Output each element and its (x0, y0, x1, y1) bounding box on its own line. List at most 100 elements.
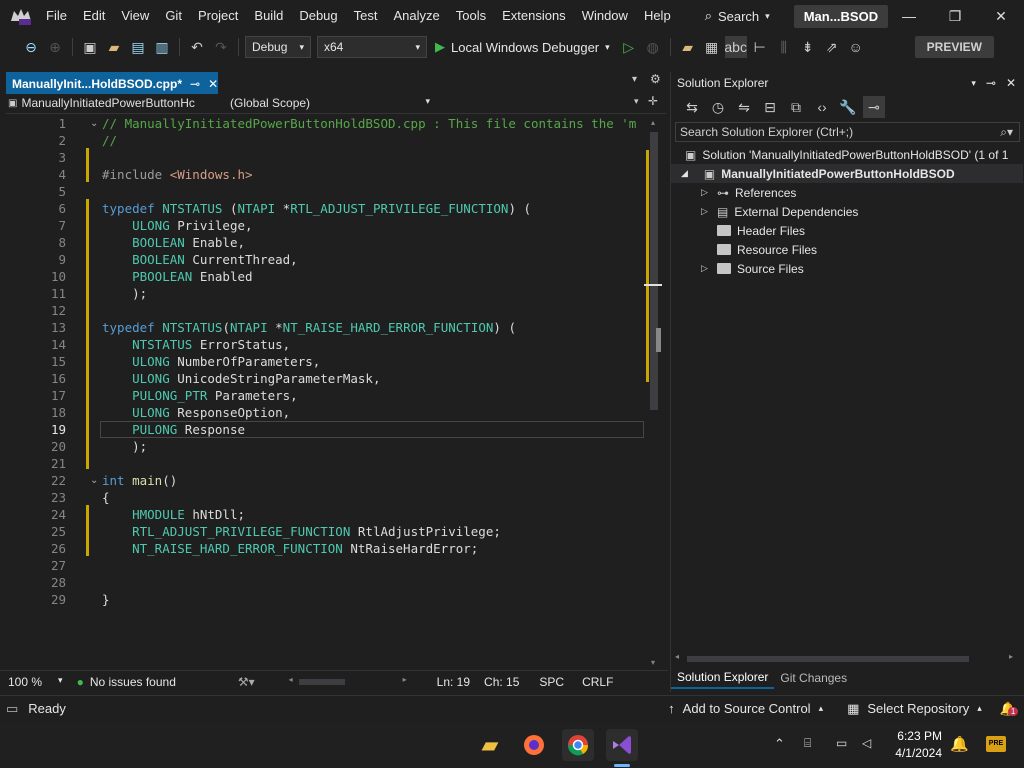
scroll-right-icon[interactable]: ▸ (1009, 652, 1013, 661)
visual-studio-icon[interactable] (606, 729, 638, 761)
code-line[interactable]: 2 // (6, 132, 646, 149)
properties-wrench-icon[interactable]: 🔧 (837, 96, 859, 118)
new-project-icon[interactable]: ▣ (79, 36, 101, 58)
code-cleanup-icon[interactable]: ⚒▾ (238, 675, 255, 689)
pin-icon[interactable]: ⊸ (986, 76, 996, 90)
share-icon[interactable]: ⇗ (821, 36, 843, 58)
code-line[interactable]: 19 PULONG Response (6, 421, 646, 438)
align-icon[interactable]: ⫼ (773, 36, 795, 58)
preview-badge[interactable]: PREVIEW (914, 36, 994, 58)
menu-item-git[interactable]: Git (157, 0, 190, 32)
tab-source-file[interactable]: ManuallyInit...HoldBSOD.cpp* ⊸ ✕ (6, 72, 218, 94)
clock-date[interactable]: 4/1/2024 (886, 746, 942, 760)
preview-app-icon[interactable]: PRE (986, 736, 1006, 752)
tab-git-changes[interactable]: Git Changes (774, 668, 853, 688)
zoom-select[interactable]: 100 % ▾ (8, 675, 63, 689)
close-icon[interactable]: ✕ (1006, 76, 1016, 90)
chevron-down-icon[interactable]: ▾ (971, 78, 976, 89)
file-explorer-icon[interactable]: ▰ (474, 729, 506, 761)
menu-item-view[interactable]: View (113, 0, 157, 32)
code-line[interactable]: 24 HMODULE hNtDll; (6, 506, 646, 523)
code-line[interactable]: 13 typedef NTSTATUS(NTAPI *NT_RAISE_HARD_… (6, 319, 646, 336)
code-line[interactable]: 29} (6, 591, 646, 608)
save-icon[interactable]: ▤ (127, 36, 149, 58)
tree-item-source-files[interactable]: ▷ Source Files (701, 259, 804, 278)
code-line[interactable]: 4 #include <Windows.h> (6, 166, 646, 183)
tree-item-resource-files[interactable]: Resource Files (701, 240, 817, 259)
code-line[interactable]: 8 BOOLEAN Enable, (6, 234, 646, 251)
vertical-scrollbar[interactable]: ▴ ▾ (644, 118, 662, 670)
spacing-indicator[interactable]: SPC (539, 675, 564, 689)
hscroll-thumb[interactable] (298, 678, 345, 685)
indent-icon[interactable]: ⇟ (797, 36, 819, 58)
search-button[interactable]: ⌕ Search ▾ (697, 3, 778, 29)
code-line[interactable]: 1 // ManuallyInitiatedPowerButtonHoldBSOD… (6, 115, 646, 132)
folder-icon[interactable]: ▰ (677, 36, 699, 58)
menu-item-analyze[interactable]: Analyze (385, 0, 447, 32)
show-all-files-icon[interactable]: ⧉ (785, 96, 807, 118)
code-line[interactable]: 9 BOOLEAN CurrentThread, (6, 251, 646, 268)
notifications-button[interactable]: 🔔 1 (1000, 701, 1019, 717)
menu-item-file[interactable]: File (38, 0, 75, 32)
code-line[interactable]: 25 RTL_ADJUST_PRIVILEGE_FUNCTION RtlAdju… (6, 523, 646, 540)
menu-item-tools[interactable]: Tools (448, 0, 494, 32)
code-line[interactable]: 22 int main() (6, 472, 646, 489)
code-line[interactable]: 28 (6, 574, 646, 591)
notification-bell-icon[interactable]: 🔔 (950, 735, 969, 753)
configuration-select[interactable]: Debug ▾ (245, 36, 311, 58)
back-icon[interactable]: ⊖ (20, 36, 42, 58)
menu-item-window[interactable]: Window (574, 0, 636, 32)
display-icon[interactable]: ▭ (836, 736, 847, 750)
spell-check-icon[interactable]: abc (724, 36, 747, 58)
maximize-button[interactable]: ❐ (932, 0, 978, 32)
issues-indicator[interactable]: ● No issues found (77, 675, 176, 689)
expand-arrow-icon[interactable]: ▷ (701, 263, 711, 274)
scroll-down-icon[interactable]: ▾ (651, 658, 655, 667)
code-line[interactable]: 27 (6, 557, 646, 574)
hscroll-thumb[interactable] (687, 656, 969, 662)
menu-item-edit[interactable]: Edit (75, 0, 113, 32)
code-line[interactable]: 12 (6, 302, 646, 319)
add-to-source-control-button[interactable]: ↑ Add to Source Control ▴ (668, 701, 823, 716)
code-line[interactable]: 10 PBOOLEAN Enabled (6, 268, 646, 285)
hot-reload-icon[interactable]: ◍ (642, 36, 664, 58)
chevron-down-icon[interactable]: ▾ (634, 96, 639, 107)
code-line[interactable]: 14 NTSTATUS ErrorStatus, (6, 336, 646, 353)
close-icon[interactable]: ✕ (208, 77, 218, 91)
code-line[interactable]: 23 { (6, 489, 646, 506)
save-all-icon[interactable]: ▥ (151, 36, 173, 58)
tree-item-external-dependencies[interactable]: ▷ ▤ External Dependencies (701, 202, 858, 221)
menu-item-debug[interactable]: Debug (291, 0, 345, 32)
platform-select[interactable]: x64 ▾ (317, 36, 427, 58)
code-line[interactable]: 21 (6, 455, 646, 472)
menu-item-test[interactable]: Test (346, 0, 386, 32)
menu-item-build[interactable]: Build (246, 0, 291, 32)
scroll-up-icon[interactable]: ▴ (651, 118, 655, 127)
solution-search-input[interactable]: Search Solution Explorer (Ctrl+;) ⌕▾ (675, 122, 1020, 142)
preview-selected-icon[interactable]: ⊸ (863, 96, 885, 118)
tree-item-header-files[interactable]: Header Files (701, 221, 805, 240)
tree-item-solution[interactable]: ▣ Solution 'ManuallyInitiatedPowerButton… (685, 145, 1008, 164)
code-line[interactable]: 3 (6, 149, 646, 166)
code-line[interactable]: 5 (6, 183, 646, 200)
code-line[interactable]: 6 typedef NTSTATUS (NTAPI *RTL_ADJUST_PRI… (6, 200, 646, 217)
project-dropdown[interactable]: ▣ ManuallyInitiatedPowerButtonHc (8, 96, 204, 110)
tree-item-references[interactable]: ▷ ⊶ References (701, 183, 796, 202)
code-line[interactable]: 16 ULONG UnicodeStringParameterMask, (6, 370, 646, 387)
code-line[interactable]: 11 ); (6, 285, 646, 302)
minimize-button[interactable]: — (886, 0, 932, 32)
open-folder-icon[interactable]: ▰ (103, 36, 125, 58)
expand-arrow-icon[interactable]: ▷ (701, 187, 711, 198)
menu-item-help[interactable]: Help (636, 0, 679, 32)
forward-icon[interactable]: ⊕ (44, 36, 66, 58)
tab-list-dropdown-icon[interactable]: ▾ (632, 74, 637, 85)
sync-icon[interactable]: ⇋ (733, 96, 755, 118)
settings-gear-icon[interactable]: ⚙ (650, 72, 661, 86)
history-icon[interactable]: ◷ (707, 96, 729, 118)
line-ending-indicator[interactable]: CRLF (582, 675, 613, 689)
scroll-right-icon[interactable]: ▸ (403, 675, 407, 684)
menu-item-extensions[interactable]: Extensions (494, 0, 574, 32)
collapse-region-icon[interactable]: ⌄ (90, 475, 98, 486)
volume-icon[interactable]: ◁ (862, 736, 871, 750)
select-repository-button[interactable]: ▦ Select Repository ▴ (847, 701, 982, 717)
